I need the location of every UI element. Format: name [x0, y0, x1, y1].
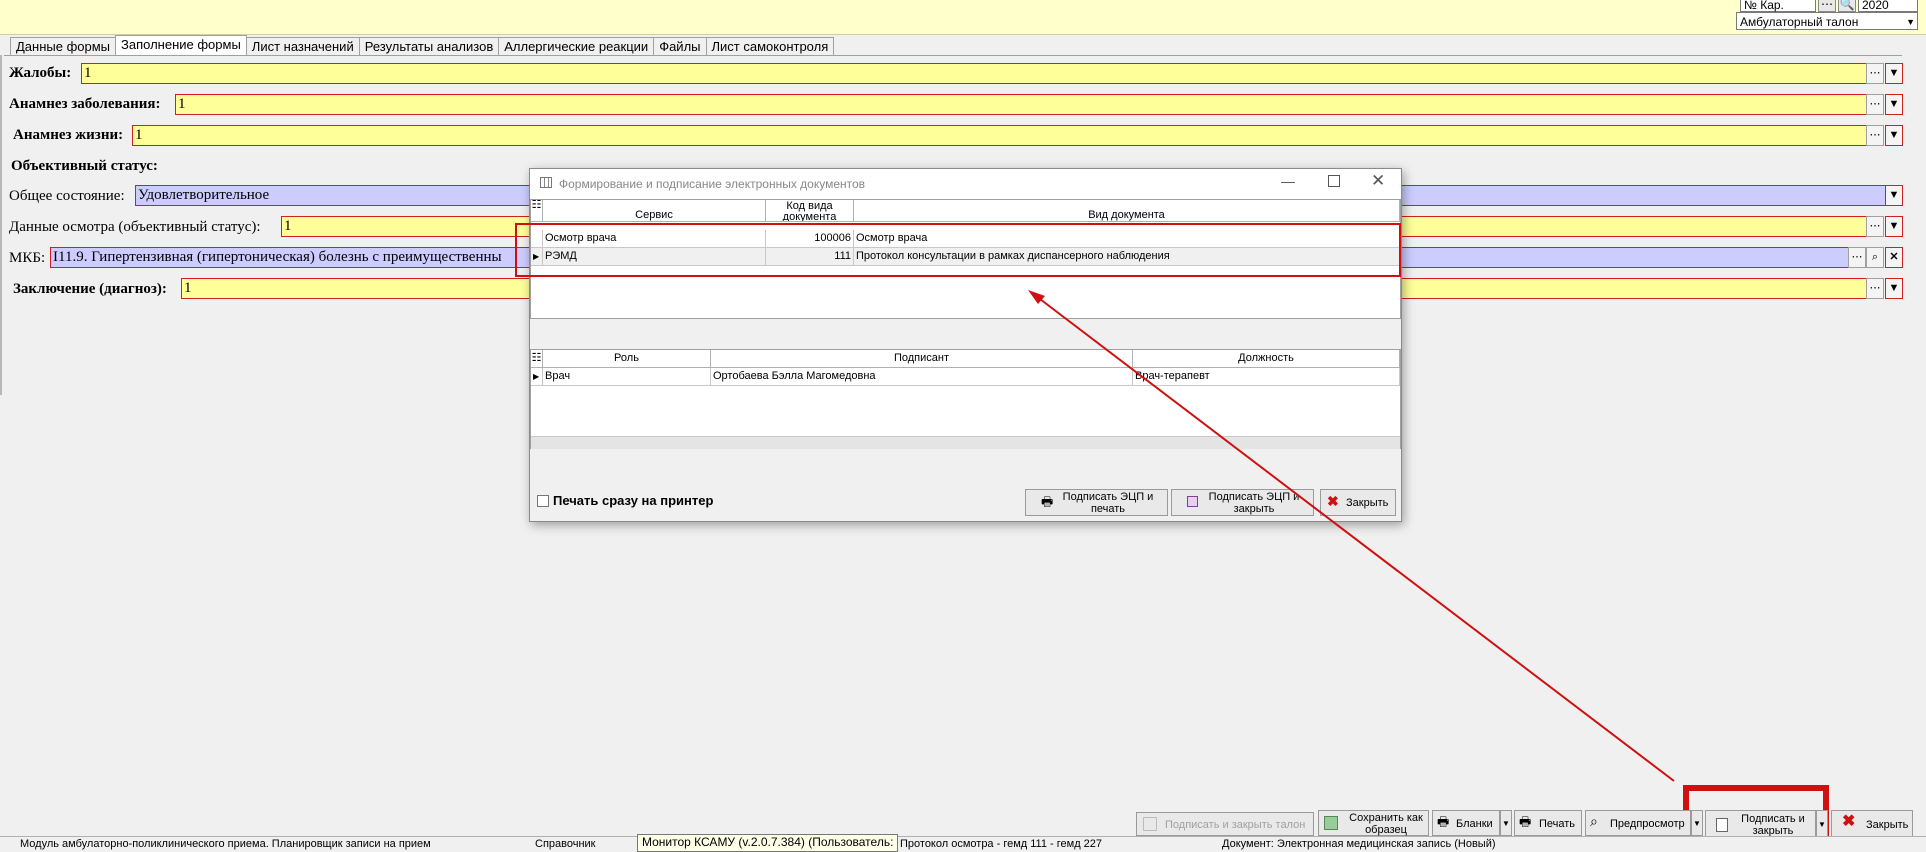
task-tab-reference[interactable]: Справочник [535, 838, 596, 851]
sign-close-ticket-button[interactable]: Подписать и закрыть талон [1136, 812, 1314, 836]
chevron-down-icon: ▼ [1818, 820, 1826, 829]
rows-highlight-box [515, 223, 1401, 277]
print-label: Печать [1539, 818, 1576, 830]
preview-label: Предпросмотр [1610, 818, 1685, 830]
printer-icon: 🖶 [1519, 814, 1532, 829]
forms-label: Бланки [1456, 818, 1493, 830]
save-as-template-button[interactable]: Сохранить как образец [1318, 810, 1429, 836]
sign-and-close-label: Подписать и закрыть [1741, 813, 1805, 837]
taskbar-tabs: Модуль амбулаторно-поликлинического прие… [0, 836, 1926, 851]
forms-button[interactable]: 🖶 Бланки [1432, 810, 1500, 836]
template-icon [1324, 816, 1338, 830]
preview-dropdown-button[interactable]: ▼ [1691, 810, 1703, 836]
save-as-template-label: Сохранить как образец [1349, 812, 1423, 836]
sign-dropdown-button[interactable]: ▼ [1816, 810, 1828, 838]
sign-close-ticket-label: Подписать и закрыть талон [1165, 819, 1306, 831]
task-tab-module[interactable]: Модуль амбулаторно-поликлинического прие… [20, 838, 431, 851]
sign-doc-icon [1716, 818, 1728, 832]
task-tab-document[interactable]: Документ: Электронная медицинская запись… [1222, 838, 1496, 851]
tooltip: Монитор КСАМУ (v.2.0.7.384) (Пользовател… [637, 834, 899, 852]
sign-doc-icon [1143, 817, 1157, 831]
print-button[interactable]: 🖶 Печать [1514, 810, 1582, 836]
annotation-arrow-line [1035, 295, 1675, 782]
chevron-down-icon: ▼ [1693, 819, 1701, 828]
preview-button[interactable]: ⌕ Предпросмотр [1585, 810, 1691, 836]
task-tab-protocol[interactable]: Протокол осмотра - гемд 111 - гемд 227 [900, 838, 1102, 851]
close-form-button[interactable]: ✖ Закрыть [1831, 810, 1913, 838]
close-icon: ✖ [1842, 813, 1856, 830]
magnifier-icon: ⌕ [1590, 813, 1598, 829]
printer-icon: 🖶 [1437, 814, 1450, 829]
sign-and-close-button[interactable]: Подписать и закрыть [1705, 810, 1816, 838]
close-form-label: Закрыть [1866, 819, 1909, 831]
annotation-overlay [515, 223, 1829, 850]
chevron-down-icon: ▼ [1502, 819, 1510, 828]
forms-dropdown-button[interactable]: ▼ [1500, 810, 1512, 836]
